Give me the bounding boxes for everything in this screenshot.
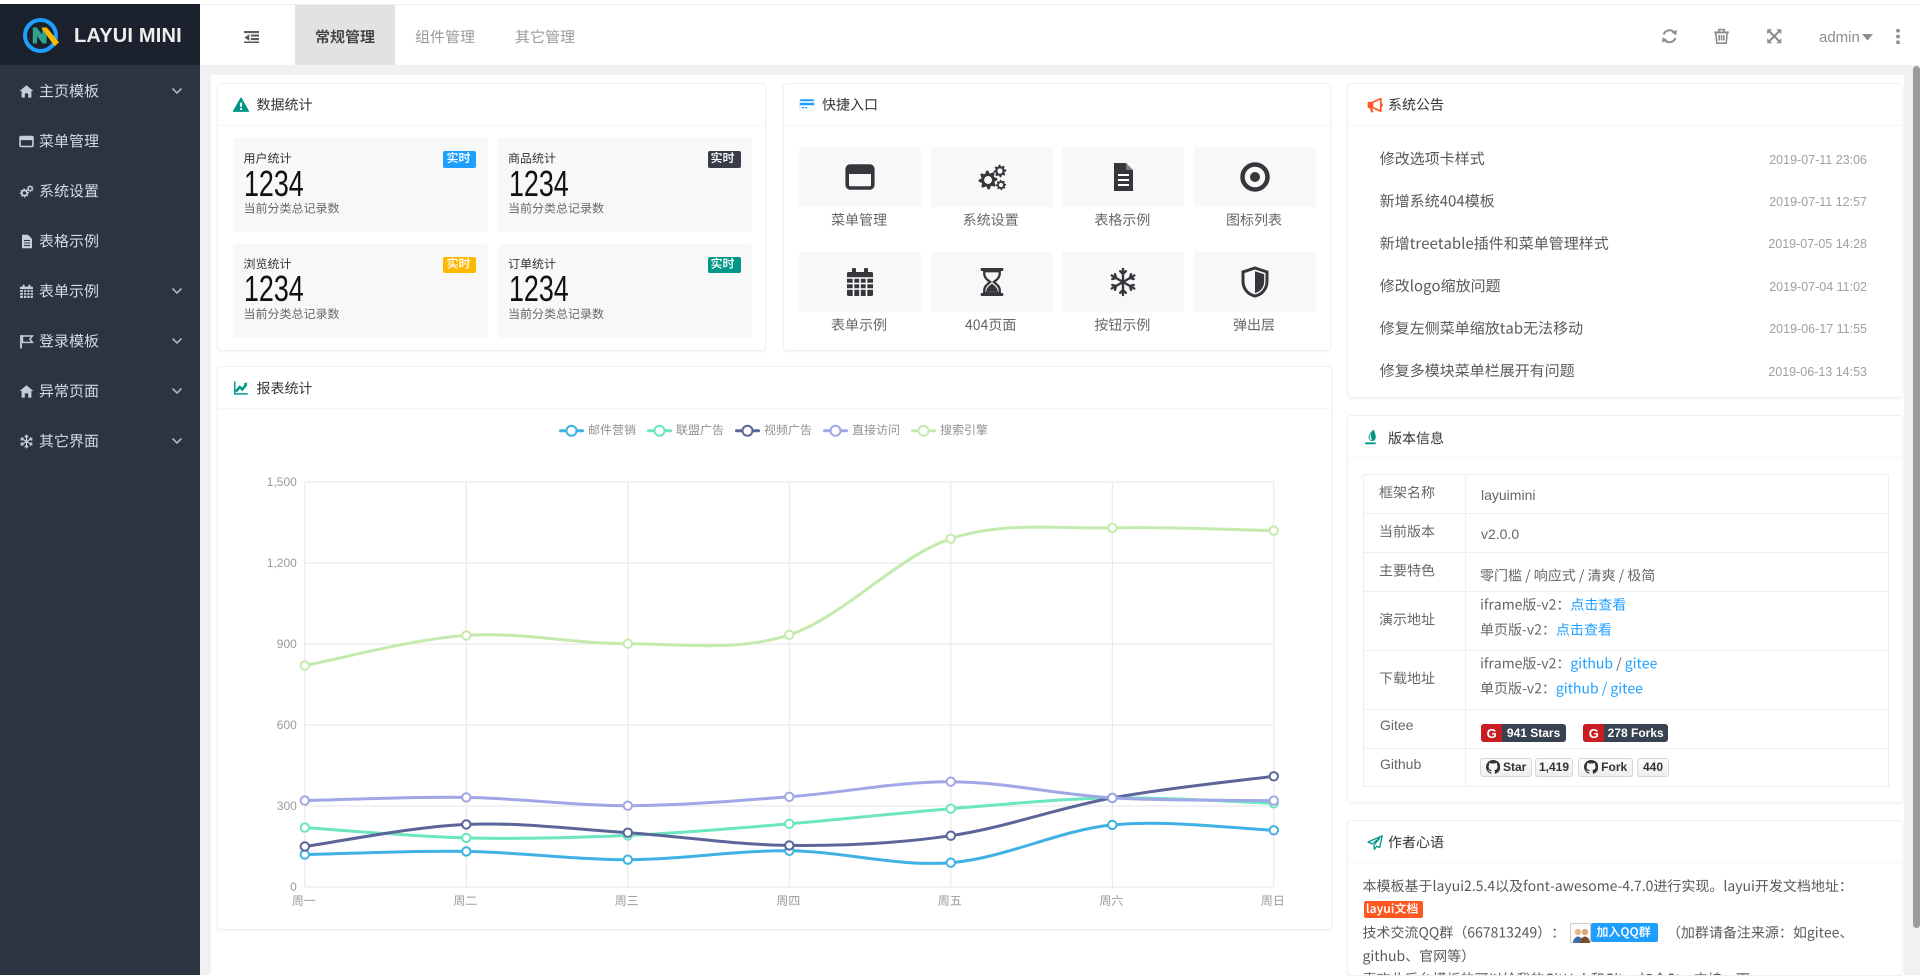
svg-text:1,200: 1,200 [267,556,297,570]
svg-text:900: 900 [277,637,297,651]
svg-text:1,500: 1,500 [267,475,297,489]
svg-text:0: 0 [290,880,297,894]
svg-text:600: 600 [277,718,297,732]
svg-text:300: 300 [277,799,297,813]
